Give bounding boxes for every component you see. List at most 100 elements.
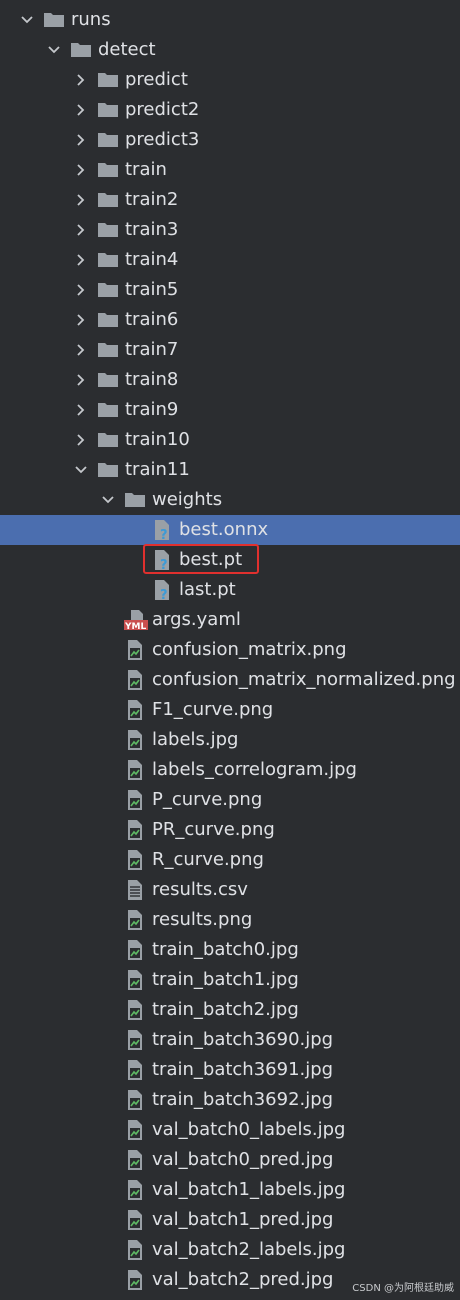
tree-row-folder[interactable]: train4 xyxy=(0,245,460,275)
tree-row-image[interactable]: labels_correlogram.jpg xyxy=(0,755,460,785)
tree-row-label: labels_correlogram.jpg xyxy=(152,759,357,780)
tree-row-image[interactable]: labels.jpg xyxy=(0,725,460,755)
image-file-icon xyxy=(124,819,146,841)
tree-row-image[interactable]: results.png xyxy=(0,905,460,935)
tree-row-folder[interactable]: train8 xyxy=(0,365,460,395)
chevron-right-icon[interactable] xyxy=(72,71,90,89)
tree-row-label: train4 xyxy=(125,249,179,270)
image-file-icon xyxy=(124,849,146,871)
chevron-down-icon[interactable] xyxy=(72,461,90,479)
tree-row-image[interactable]: PR_curve.png xyxy=(0,815,460,845)
tree-row-image[interactable]: R_curve.png xyxy=(0,845,460,875)
tree-row-image[interactable]: val_batch1_labels.jpg xyxy=(0,1175,460,1205)
tree-row-label: runs xyxy=(71,9,111,30)
tree-row-folder[interactable]: train2 xyxy=(0,185,460,215)
tree-row-image[interactable]: train_batch3690.jpg xyxy=(0,1025,460,1055)
tree-row-folder[interactable]: train7 xyxy=(0,335,460,365)
folder-icon xyxy=(97,459,119,481)
tree-row-label: confusion_matrix.png xyxy=(152,639,347,660)
tree-row-folder[interactable]: predict2 xyxy=(0,95,460,125)
chevron-right-icon[interactable] xyxy=(72,251,90,269)
tree-row-label: val_batch2_pred.jpg xyxy=(152,1269,334,1290)
svg-text:?: ? xyxy=(160,588,168,601)
image-file-icon xyxy=(124,759,146,781)
svg-text:?: ? xyxy=(160,528,168,541)
chevron-right-icon[interactable] xyxy=(72,431,90,449)
tree-row-folder[interactable]: train xyxy=(0,155,460,185)
tree-row-image[interactable]: val_batch0_pred.jpg xyxy=(0,1145,460,1175)
tree-row-image[interactable]: confusion_matrix_normalized.png xyxy=(0,665,460,695)
tree-row-folder[interactable]: train5 xyxy=(0,275,460,305)
image-file-icon xyxy=(124,699,146,721)
tree-row-label: train_batch3690.jpg xyxy=(152,1029,334,1050)
tree-row-image[interactable]: val_batch0_labels.jpg xyxy=(0,1115,460,1145)
image-file-icon xyxy=(124,1179,146,1201)
chevron-right-icon[interactable] xyxy=(72,341,90,359)
tree-row-label: train2 xyxy=(125,189,179,210)
tree-row-unknown[interactable]: ? best.onnx xyxy=(0,515,460,545)
tree-row-image[interactable]: train_batch3691.jpg xyxy=(0,1055,460,1085)
tree-row-folder[interactable]: runs xyxy=(0,5,460,35)
tree-row-image[interactable]: train_batch3692.jpg xyxy=(0,1085,460,1115)
tree-row-folder[interactable]: train10 xyxy=(0,425,460,455)
folder-icon xyxy=(97,159,119,181)
tree-row-text[interactable]: results.csv xyxy=(0,875,460,905)
chevron-right-icon[interactable] xyxy=(72,221,90,239)
tree-row-image[interactable]: P_curve.png xyxy=(0,785,460,815)
chevron-right-icon[interactable] xyxy=(72,191,90,209)
tree-row-label: val_batch1_labels.jpg xyxy=(152,1179,346,1200)
tree-row-label: train_batch3692.jpg xyxy=(152,1089,334,1110)
tree-row-label: P_curve.png xyxy=(152,789,263,810)
tree-row-label: weights xyxy=(152,489,223,510)
tree-row-folder[interactable]: train11 xyxy=(0,455,460,485)
chevron-right-icon[interactable] xyxy=(72,371,90,389)
tree-row-image[interactable]: val_batch1_pred.jpg xyxy=(0,1205,460,1235)
image-file-icon xyxy=(124,999,146,1021)
chevron-down-icon[interactable] xyxy=(99,491,117,509)
folder-icon xyxy=(97,279,119,301)
watermark: CSDN @为阿根廷助威 xyxy=(352,1283,454,1294)
tree-row-folder[interactable]: detect xyxy=(0,35,460,65)
image-file-icon xyxy=(124,1059,146,1081)
chevron-right-icon[interactable] xyxy=(72,401,90,419)
tree-row-unknown[interactable]: ? last.pt xyxy=(0,575,460,605)
tree-row-folder[interactable]: predict3 xyxy=(0,125,460,155)
image-file-icon xyxy=(124,1089,146,1111)
chevron-down-icon[interactable] xyxy=(45,41,63,59)
tree-row-folder[interactable]: train6 xyxy=(0,305,460,335)
tree-row-image[interactable]: F1_curve.png xyxy=(0,695,460,725)
tree-row-label: F1_curve.png xyxy=(152,699,274,720)
image-file-icon xyxy=(124,969,146,991)
folder-icon xyxy=(97,189,119,211)
folder-icon xyxy=(97,69,119,91)
tree-row-label: train11 xyxy=(125,459,190,480)
chevron-down-icon[interactable] xyxy=(18,11,36,29)
chevron-right-icon[interactable] xyxy=(72,161,90,179)
tree-row-label: val_batch0_labels.jpg xyxy=(152,1119,346,1140)
tree-row-image[interactable]: confusion_matrix.png xyxy=(0,635,460,665)
tree-row-label: train_batch0.jpg xyxy=(152,939,299,960)
chevron-right-icon[interactable] xyxy=(72,281,90,299)
tree-row-folder[interactable]: train3 xyxy=(0,215,460,245)
tree-row-image[interactable]: val_batch2_labels.jpg xyxy=(0,1235,460,1265)
tree-row-folder[interactable]: weights xyxy=(0,485,460,515)
tree-row-yaml[interactable]: YML args.yaml xyxy=(0,605,460,635)
tree-row-image[interactable]: train_batch1.jpg xyxy=(0,965,460,995)
tree-row-image[interactable]: train_batch2.jpg xyxy=(0,995,460,1025)
yaml-file-icon: YML xyxy=(124,609,148,632)
tree-row-label: train3 xyxy=(125,219,179,240)
image-file-icon xyxy=(124,639,146,661)
image-file-icon xyxy=(124,1239,146,1261)
tree-row-folder[interactable]: train9 xyxy=(0,395,460,425)
tree-row-folder[interactable]: predict xyxy=(0,65,460,95)
tree-row-label: last.pt xyxy=(179,579,236,600)
folder-icon xyxy=(97,129,119,151)
image-file-icon xyxy=(124,1269,146,1291)
chevron-right-icon[interactable] xyxy=(72,101,90,119)
folder-icon xyxy=(97,399,119,421)
chevron-right-icon[interactable] xyxy=(72,311,90,329)
tree-row-image[interactable]: train_batch0.jpg xyxy=(0,935,460,965)
chevron-right-icon[interactable] xyxy=(72,131,90,149)
tree-row-label: predict2 xyxy=(125,99,200,120)
tree-row-label: val_batch2_labels.jpg xyxy=(152,1239,346,1260)
